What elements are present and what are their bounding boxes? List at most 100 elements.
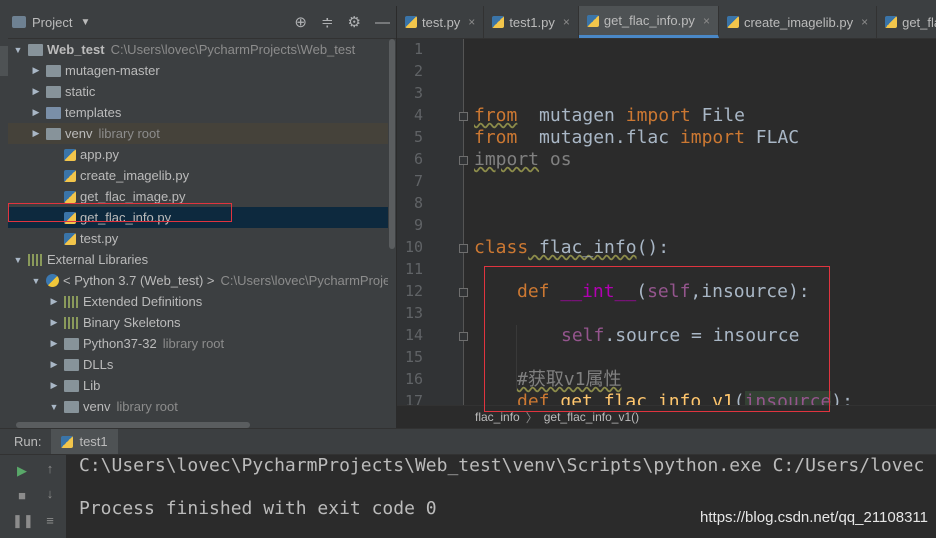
- tree-item[interactable]: ▶ mutagen-master: [8, 60, 396, 81]
- run-console[interactable]: C:\Users\lovec\PycharmProjects\Web_test\…: [66, 455, 936, 538]
- project-vertical-scrollbar[interactable]: [388, 39, 396, 428]
- fold-marker-icon[interactable]: [459, 156, 468, 165]
- code-line-12[interactable]: def __int__(self,insource):: [517, 281, 810, 303]
- project-tool-window-button[interactable]: [0, 46, 8, 76]
- tree-item-label: mutagen-master: [65, 63, 160, 78]
- chevron-down-icon[interactable]: ▼: [12, 255, 24, 265]
- tree-item[interactable]: ▶ Binary Skeletons: [8, 312, 396, 333]
- gear-icon[interactable]: ⚙: [348, 13, 361, 31]
- tree-item[interactable]: ▼ venv library root: [8, 396, 396, 417]
- folder-icon: [64, 358, 79, 371]
- tree-item[interactable]: ▶ venv library root: [8, 123, 396, 144]
- chevron-right-icon[interactable]: ▶: [48, 317, 60, 328]
- editor-tab[interactable]: test1.py ×: [484, 6, 579, 38]
- scrollbar-thumb[interactable]: [389, 39, 395, 249]
- punctuation: (: [636, 281, 648, 302]
- fold-marker-icon[interactable]: [459, 112, 468, 121]
- tree-item-label: app.py: [80, 147, 120, 162]
- close-icon[interactable]: ×: [703, 14, 710, 28]
- close-icon[interactable]: ×: [468, 15, 475, 29]
- locate-target-icon[interactable]: ⊕: [294, 13, 307, 31]
- import-name: File: [690, 105, 745, 126]
- editor-area: test.py × test1.py × get_flac_info.py × create…: [397, 6, 936, 428]
- fold-marker-icon[interactable]: [459, 332, 468, 341]
- keyword: import: [679, 127, 745, 148]
- chevron-right-icon[interactable]: ▶: [30, 107, 42, 118]
- breadcrumb: flac_info 〉 get_flac_info_v1(): [397, 405, 936, 428]
- breadcrumb-class[interactable]: flac_info: [475, 410, 520, 424]
- run-tab[interactable]: test1: [51, 429, 118, 454]
- collapse-all-icon[interactable]: ≑: [321, 13, 334, 31]
- project-view-selector[interactable]: Project: [32, 15, 72, 30]
- code-line-4[interactable]: from mutagen import File: [474, 105, 745, 127]
- editor-tab[interactable]: create_imagelib.py ×: [719, 6, 878, 38]
- scroll-down-icon[interactable]: ↓: [40, 484, 60, 504]
- tree-item[interactable]: ▶ Extended Definitions: [8, 291, 396, 312]
- tree-item[interactable]: ▶ DLLs: [8, 354, 396, 375]
- tree-item-label: templates: [65, 105, 122, 120]
- tree-item[interactable]: app.py: [8, 144, 396, 165]
- tree-item[interactable]: ▼ Web_test C:\Users\lovec\PycharmProjects\…: [8, 39, 396, 60]
- chevron-right-icon[interactable]: ▶: [48, 338, 60, 349]
- python-file-icon: [405, 16, 417, 28]
- libs-icon: [64, 316, 79, 329]
- tree-item[interactable]: ▶ static: [8, 81, 396, 102]
- punctuation: ):: [787, 281, 810, 302]
- chevron-right-icon[interactable]: ▶: [48, 359, 60, 370]
- tree-item[interactable]: ▼ < Python 3.7 (Web_test) > C:\Users\lovec…: [8, 270, 396, 291]
- hide-panel-icon[interactable]: —: [375, 14, 390, 31]
- code-line-16[interactable]: #获取v1属性: [517, 369, 622, 391]
- tree-item[interactable]: ▶ Lib: [8, 375, 396, 396]
- tree-item[interactable]: ▶ Python37-32 library root: [8, 333, 396, 354]
- code-line-14[interactable]: self.source = insource: [561, 325, 799, 347]
- chevron-right-icon[interactable]: ▶: [48, 380, 60, 391]
- project-panel-header: Project ▼ ⊕ ≑ ⚙ —: [8, 6, 396, 39]
- code-line-5[interactable]: from mutagen.flac import FLAC: [474, 127, 799, 149]
- pyfile-icon: [64, 148, 76, 161]
- code-editor[interactable]: from mutagen import File from mutagen.fl…: [474, 39, 936, 412]
- chevron-down-icon[interactable]: ▼: [48, 402, 60, 412]
- editor-tab[interactable]: get_flac_info.py ×: [578, 6, 719, 38]
- tree-item[interactable]: ▶ templates: [8, 102, 396, 123]
- line-number: 10: [404, 238, 423, 256]
- close-icon[interactable]: ×: [861, 15, 868, 29]
- chevron-right-icon[interactable]: ▶: [30, 128, 42, 139]
- tree-item-label: test.py: [80, 231, 119, 246]
- chevron-right-icon[interactable]: ▶: [48, 296, 60, 307]
- tree-item[interactable]: get_flac_image.py: [8, 186, 396, 207]
- line-number: 16: [404, 370, 423, 388]
- breadcrumb-method[interactable]: get_flac_info_v1(): [544, 410, 639, 424]
- fold-marker-icon[interactable]: [459, 244, 468, 253]
- code-line-6[interactable]: import os: [474, 149, 572, 171]
- tree-item[interactable]: create_imagelib.py: [8, 165, 396, 186]
- python-file-icon: [61, 435, 74, 448]
- rerun-icon[interactable]: ▶: [12, 461, 32, 481]
- self-keyword: self: [647, 281, 691, 302]
- line-number: 15: [404, 348, 423, 366]
- tree-item-label: Binary Skeletons: [83, 315, 181, 330]
- project-tree: ▼ Web_test C:\Users\lovec\PycharmProjects\…: [8, 39, 396, 428]
- tree-item[interactable]: test.py: [8, 228, 396, 249]
- fold-marker-icon[interactable]: [459, 288, 468, 297]
- chevron-down-icon[interactable]: ▼: [12, 45, 24, 55]
- editor-tab[interactable]: get_fla: [877, 6, 936, 38]
- pause-icon[interactable]: ❚❚: [12, 511, 34, 531]
- editor-tab[interactable]: test.py ×: [397, 6, 485, 38]
- chevron-right-icon[interactable]: ▶: [30, 86, 42, 97]
- close-icon[interactable]: ×: [563, 15, 570, 29]
- stop-icon[interactable]: ■: [12, 486, 32, 506]
- line-number: 7: [413, 172, 423, 190]
- tree-item-label: Web_test: [47, 42, 105, 57]
- scroll-up-icon[interactable]: ↑: [40, 459, 60, 479]
- soft-wrap-icon[interactable]: ≡: [40, 511, 60, 531]
- tree-item[interactable]: get_flac_info.py: [8, 207, 396, 228]
- chevron-down-icon[interactable]: ▼: [80, 17, 90, 28]
- libs-icon: [28, 253, 43, 266]
- code-line-10[interactable]: class flac_info():: [474, 237, 669, 259]
- chevron-down-icon[interactable]: ▼: [30, 276, 42, 286]
- chevron-right-icon[interactable]: ▶: [30, 65, 42, 76]
- line-number-gutter: 1 2 3 4 5 6 7 8 9 10 11 12 13 14 15 16 17: [397, 39, 468, 410]
- tree-item[interactable]: ▼ External Libraries: [8, 249, 396, 270]
- comment: #获取v1属性: [517, 369, 622, 390]
- line-number: 1: [413, 40, 423, 58]
